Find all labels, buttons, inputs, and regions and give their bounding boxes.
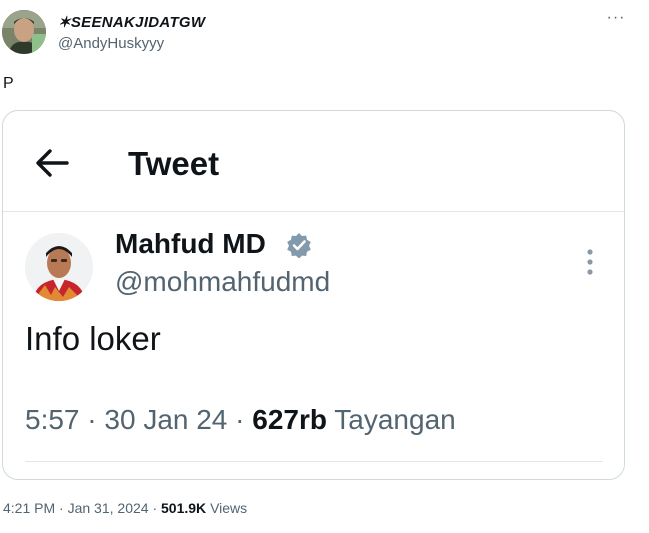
screenshot-views-label: Tayangan bbox=[334, 404, 456, 435]
screenshot-time: 5:57 bbox=[25, 404, 80, 435]
tweet-media-image[interactable]: Tweet Mahfud MD @mohmahfudmd Info loker … bbox=[2, 110, 625, 480]
screenshot-tweet-text: Info loker bbox=[25, 320, 161, 357]
tweet-text: P bbox=[3, 75, 14, 92]
verified-badge-icon bbox=[287, 233, 311, 258]
tweet-meta: 4:21 PM · Jan 31, 2024 · 501.9K Views bbox=[3, 500, 247, 516]
separator: · bbox=[152, 500, 158, 516]
author-handle[interactable]: @AndyHuskyyy bbox=[58, 35, 164, 52]
screenshot-avatar bbox=[25, 233, 93, 301]
screenshot-tweet-meta: 5:57 · 30 Jan 24 · 627rb Tayangan bbox=[25, 404, 456, 436]
more-options-icon[interactable]: ··· bbox=[604, 10, 628, 30]
screenshot-views-count: 627rb bbox=[252, 404, 327, 435]
views-label: Views bbox=[210, 500, 248, 516]
arrow-left-icon bbox=[36, 149, 69, 177]
separator: · bbox=[59, 500, 64, 516]
author-avatar[interactable] bbox=[2, 10, 46, 54]
screenshot-header-title: Tweet bbox=[128, 145, 220, 182]
divider bbox=[25, 461, 603, 462]
avatar-photo-icon bbox=[2, 10, 46, 54]
screenshot-date: 30 Jan 24 bbox=[104, 404, 228, 435]
author-name[interactable]: ✶SEENAKJIDATGW bbox=[58, 13, 205, 31]
views-count: 501.9K bbox=[161, 500, 207, 516]
separator: · bbox=[235, 404, 245, 435]
tweet-time[interactable]: 4:21 PM bbox=[3, 500, 55, 516]
avatar-photo-icon bbox=[25, 233, 93, 301]
screenshot-handle: @mohmahfudmd bbox=[115, 266, 331, 297]
vertical-more-icon bbox=[587, 249, 593, 275]
screenshot-header: Tweet bbox=[3, 111, 624, 212]
separator: · bbox=[87, 404, 97, 435]
tweet-date[interactable]: Jan 31, 2024 bbox=[68, 500, 149, 516]
screenshot-display-name: Mahfud MD bbox=[115, 228, 266, 259]
